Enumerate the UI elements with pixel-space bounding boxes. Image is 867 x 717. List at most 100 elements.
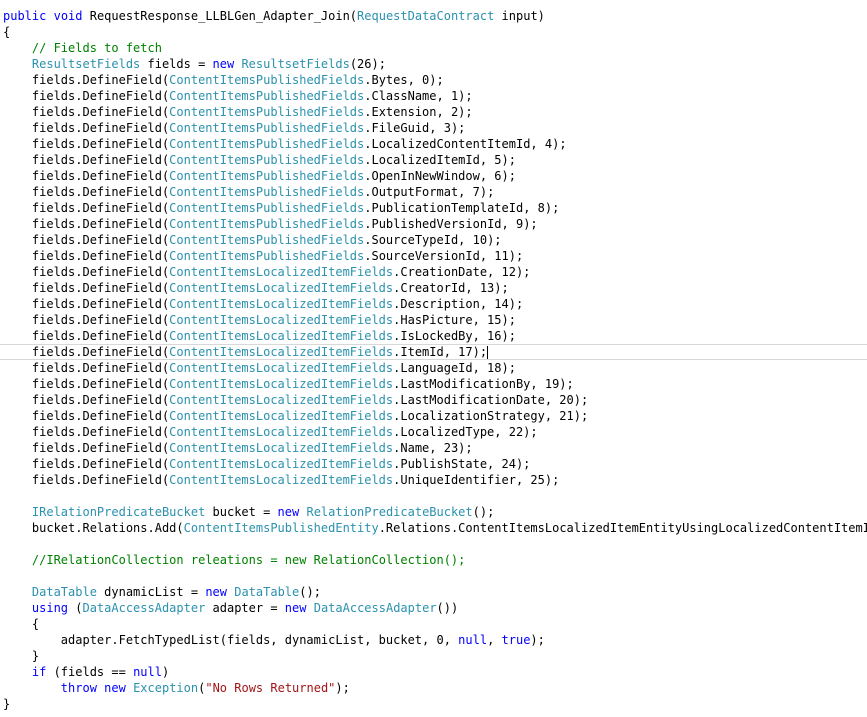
code-token: fields.DefineField( [3,217,170,231]
type-token: ContentItemsPublishedFields [169,137,365,151]
code-token: .ClassName, 1); [364,89,473,103]
code-token: fields.DefineField( [3,329,170,343]
code-line[interactable]: fields.DefineField(ContentItemsPublished… [0,248,867,264]
code-token: fields.DefineField( [3,233,170,247]
code-token: fields.DefineField( [3,297,170,311]
code-line[interactable]: fields.DefineField(ContentItemsPublished… [0,72,867,88]
code-line[interactable]: fields.DefineField(ContentItemsPublished… [0,184,867,200]
code-token: adapter = [205,601,285,615]
code-line[interactable]: bucket.Relations.Add(ContentItemsPublish… [0,520,867,536]
code-token: fields.DefineField( [3,457,170,471]
type-token: ContentItemsPublishedFields [169,185,365,199]
code-token: .Bytes, 0); [364,73,444,87]
keyword-token: new [104,681,126,695]
code-token: (); [299,585,321,599]
type-token: ContentItemsLocalizedItemFields [169,425,394,439]
code-line[interactable]: throw new Exception("No Rows Returned"); [0,680,867,696]
code-line[interactable]: fields.DefineField(ContentItemsLocalized… [0,392,867,408]
code-token: .UniqueIdentifier, 25); [393,473,560,487]
code-line[interactable]: fields.DefineField(ContentItemsLocalized… [0,264,867,280]
type-token: RequestDataContract [357,9,495,23]
keyword-token: new [212,57,235,71]
code-token: .SourceTypeId, 10); [364,233,502,247]
code-token: (); [472,505,495,519]
code-line[interactable] [0,488,867,504]
code-line[interactable]: fields.DefineField(ContentItemsLocalized… [0,360,867,376]
code-line[interactable]: fields.DefineField(ContentItemsLocalized… [0,312,867,328]
code-line[interactable]: fields.DefineField(ContentItemsPublished… [0,136,867,152]
code-line[interactable]: fields.DefineField(ContentItemsPublished… [0,168,867,184]
type-token: ContentItemsLocalizedItemFields [169,393,394,407]
code-editor[interactable]: public void RequestResponse_LLBLGen_Adap… [0,0,867,717]
code-line[interactable]: fields.DefineField(ContentItemsLocalized… [0,280,867,296]
code-token: .LocalizedContentItemId, 4); [364,137,567,151]
current-code-line[interactable]: fields.DefineField(ContentItemsLocalized… [0,344,867,360]
code-line[interactable]: fields.DefineField(ContentItemsPublished… [0,216,867,232]
code-token: .LastModificationBy, 19); [393,377,574,391]
code-line[interactable]: ResultsetFields fields = new ResultsetFi… [0,56,867,72]
keyword-token: new [205,585,227,599]
code-line[interactable]: } [0,696,867,712]
code-token: (26); [349,57,386,71]
code-line[interactable]: fields.DefineField(ContentItemsLocalized… [0,456,867,472]
code-token: .Name, 23); [393,441,473,455]
code-token: fields.DefineField( [3,201,170,215]
keyword-token: null [458,633,488,647]
code-line[interactable]: DataTable dynamicList = new DataTable(); [0,584,867,600]
code-line[interactable]: { [0,24,867,40]
code-line[interactable]: fields.DefineField(ContentItemsLocalized… [0,472,867,488]
code-line[interactable] [0,568,867,584]
type-token: ContentItemsPublishedFields [169,121,365,135]
code-line[interactable]: IRelationPredicateBucket bucket = new Re… [0,504,867,520]
type-token: ContentItemsPublishedFields [169,153,365,167]
code-line[interactable]: fields.DefineField(ContentItemsLocalized… [0,296,867,312]
type-token: ContentItemsLocalizedItemFields [169,409,394,423]
keyword-token: new [277,505,300,519]
code-token: .LocalizationStrategy, 21); [393,409,589,423]
type-token: DataAccessAdapter [82,601,206,615]
type-token: ContentItemsPublishedFields [169,233,365,247]
code-line[interactable]: fields.DefineField(ContentItemsPublished… [0,232,867,248]
code-token: fields.DefineField( [3,409,170,423]
code-token: fields.DefineField( [3,393,170,407]
code-line[interactable]: fields.DefineField(ContentItemsLocalized… [0,440,867,456]
code-line[interactable] [0,536,867,552]
code-line[interactable]: fields.DefineField(ContentItemsLocalized… [0,328,867,344]
code-token: .ItemId, 17); [393,345,488,359]
code-line[interactable]: fields.DefineField(ContentItemsPublished… [0,120,867,136]
type-token: ContentItemsLocalizedItemFields [169,281,394,295]
type-token: ResultsetFields [31,57,141,71]
code-line[interactable]: fields.DefineField(ContentItemsLocalized… [0,376,867,392]
code-token: fields.DefineField( [3,281,170,295]
code-line[interactable]: if (fields == null) [0,664,867,680]
type-token: ContentItemsPublishedFields [169,249,365,263]
code-line[interactable]: adapter.FetchTypedList(fields, dynamicLi… [0,632,867,648]
type-token: ContentItemsPublishedEntity [183,521,379,535]
code-line[interactable]: fields.DefineField(ContentItemsPublished… [0,200,867,216]
code-line[interactable]: fields.DefineField(ContentItemsLocalized… [0,424,867,440]
code-token: input) [494,9,545,23]
code-line[interactable]: fields.DefineField(ContentItemsPublished… [0,104,867,120]
code-line[interactable]: public void RequestResponse_LLBLGen_Adap… [0,8,867,24]
code-line[interactable]: using (DataAccessAdapter adapter = new D… [0,600,867,616]
code-line[interactable]: //IRelationCollection releations = new R… [0,552,867,568]
code-token: adapter.FetchTypedList(fields, dynamicLi… [3,633,459,647]
code-token: .OpenInNewWindow, 6); [364,169,516,183]
code-line[interactable]: } [0,648,867,664]
code-token: , [487,633,502,647]
text-caret [487,346,489,359]
code-token: .OutputFormat, 7); [364,185,495,199]
code-line[interactable]: { [0,616,867,632]
code-line[interactable]: fields.DefineField(ContentItemsPublished… [0,88,867,104]
code-line[interactable]: fields.DefineField(ContentItemsLocalized… [0,408,867,424]
code-token: .CreationDate, 12); [393,265,531,279]
code-token: fields.DefineField( [3,361,170,375]
code-line[interactable]: fields.DefineField(ContentItemsPublished… [0,152,867,168]
type-token: RelationPredicateBucket [306,505,473,519]
code-line[interactable]: // Fields to fetch [0,40,867,56]
code-token: ( [68,601,83,615]
code-token: fields.DefineField( [3,121,170,135]
